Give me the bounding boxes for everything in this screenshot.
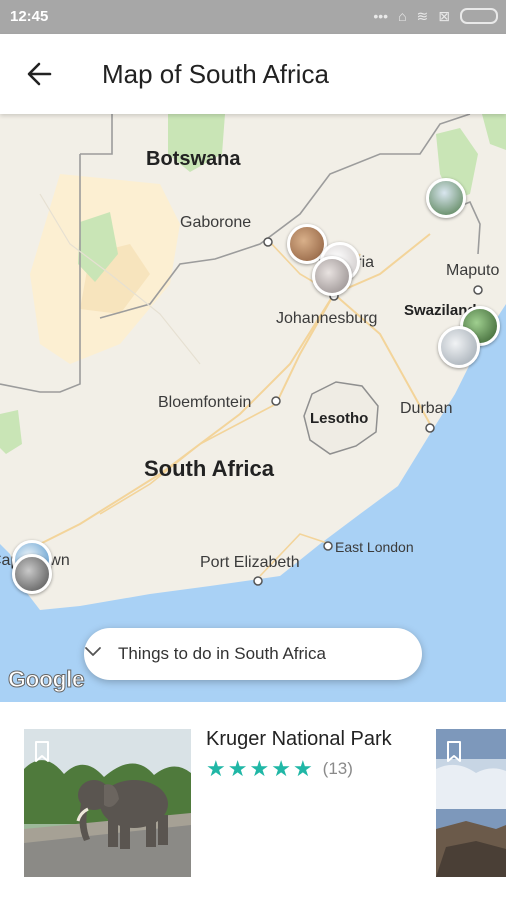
status-bar: 12:45 ••• ⌂ ≋ ⊠	[0, 0, 506, 34]
label-johannesburg: Johannesburg	[276, 310, 378, 327]
star-icon: ★	[227, 756, 248, 781]
silent-icon: ⌂	[398, 8, 407, 24]
label-durban: Durban	[400, 400, 453, 417]
map-photo-pin[interactable]	[438, 326, 480, 368]
label-maputo: Maputo	[446, 262, 500, 279]
status-time: 12:45	[10, 8, 49, 25]
star-icon: ★	[206, 756, 226, 781]
map-photo-pin[interactable]	[312, 256, 352, 296]
star-icon: ★	[292, 756, 313, 781]
label-gaborone: Gaborone	[180, 214, 252, 231]
label-bloemfontein: Bloemfontein	[158, 394, 252, 411]
status-icons: ••• ⌂ ≋ ⊠	[373, 6, 498, 26]
app-bar: Map of South Africa	[0, 34, 506, 114]
battery-icon	[460, 8, 498, 24]
google-logo: Google	[7, 666, 85, 693]
more-dots-icon: •••	[373, 8, 389, 24]
bookmark-icon[interactable]	[446, 741, 462, 763]
things-to-do-dropdown[interactable]: Things to do in South Africa	[84, 628, 422, 680]
wifi-icon: ≋	[416, 8, 429, 24]
close-box-icon: ⊠	[438, 8, 450, 24]
place-card-image[interactable]	[24, 729, 191, 877]
label-botswana: Botswana	[146, 148, 241, 170]
chevron-down-icon	[85, 647, 101, 656]
label-lesotho: Lesotho	[310, 410, 369, 427]
place-cards-carousel[interactable]: Kruger National Park ★ ★ ★ ★ ★ (13)	[0, 702, 506, 900]
bookmark-icon[interactable]	[34, 741, 50, 763]
back-arrow-icon[interactable]	[22, 56, 58, 92]
label-east-london: East London	[335, 539, 414, 555]
label-port-elizabeth: Port Elizabeth	[200, 554, 300, 571]
things-to-do-label: Things to do in South Africa	[118, 644, 326, 663]
place-card-image-next[interactable]	[436, 729, 506, 877]
star-icon: ★	[249, 756, 270, 781]
map-photo-pin[interactable]	[426, 178, 466, 218]
page-title: Map of South Africa	[102, 59, 329, 89]
place-name[interactable]: Kruger National Park	[206, 728, 392, 751]
rating-stars: ★ ★ ★ ★ ★ (13)	[206, 758, 353, 780]
label-south-africa: South Africa	[144, 456, 274, 481]
review-count: (13)	[322, 759, 353, 778]
star-icon: ★	[271, 756, 291, 781]
map-view[interactable]: Botswana Gaborone Pretoria Maputo Johann…	[0, 114, 506, 702]
map-photo-pin[interactable]	[12, 554, 52, 594]
